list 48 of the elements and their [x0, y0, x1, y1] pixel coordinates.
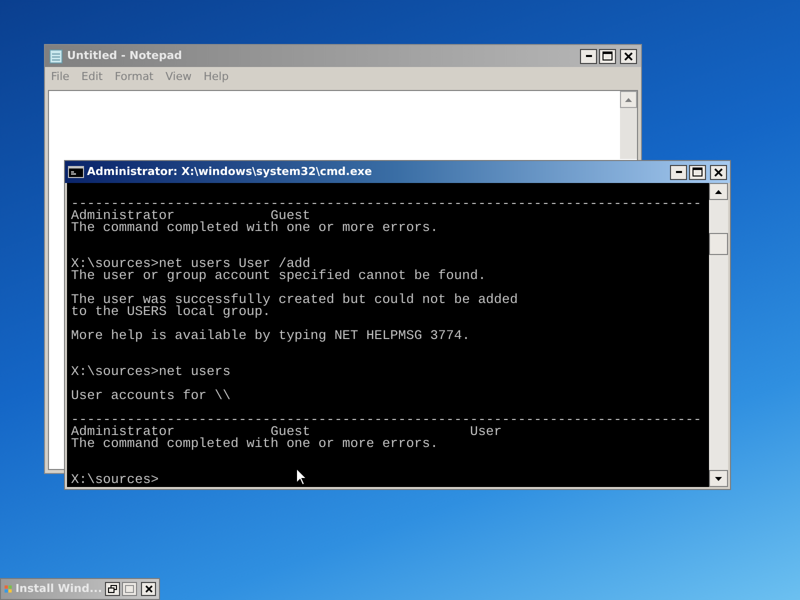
maximize-button[interactable]: [689, 164, 706, 180]
console-line: The command completed with one or more errors.: [71, 222, 438, 234]
menu-item[interactable]: Edit: [79, 68, 105, 86]
close-icon: [714, 168, 723, 176]
console-line: The command completed with one or more errors.: [71, 438, 438, 450]
maximize-icon: [125, 585, 134, 593]
close-button[interactable]: [620, 48, 637, 64]
close-icon: [144, 585, 152, 593]
minimized-window[interactable]: Install Wind...: [0, 578, 160, 600]
window-title: Install Wind...: [15, 580, 102, 597]
restore-icon: [108, 585, 117, 593]
console-line: More help is available by typing NET HELPMSG 3774.: [71, 330, 470, 342]
close-icon: [624, 52, 633, 60]
console-line: Administrator Guest: [71, 210, 310, 222]
console-icon: [68, 166, 84, 178]
menu-item[interactable]: Format: [112, 68, 156, 86]
menu-item[interactable]: Help: [202, 68, 231, 86]
console-line: Administrator Guest User: [71, 426, 502, 438]
console-line: User accounts for \\: [71, 390, 231, 402]
minimize-icon: [676, 171, 682, 173]
console-line: The user was successfully created but could not be added: [71, 294, 518, 306]
notepad-icon: [49, 48, 63, 64]
menu-item[interactable]: File: [49, 68, 72, 86]
close-button[interactable]: [141, 582, 156, 596]
scroll-down-button[interactable]: [709, 470, 728, 487]
scroll-up-button[interactable]: [709, 183, 728, 200]
down-arrow-icon: [715, 476, 722, 480]
up-arrow-icon: [625, 98, 632, 102]
console-line: X:\sources>: [71, 474, 159, 486]
close-button[interactable]: [710, 164, 727, 180]
maximize-button[interactable]: [599, 48, 616, 64]
console-line: X:\sources>net users: [71, 366, 231, 378]
console-line: The user or group account specified cannot be found.: [71, 270, 486, 282]
console-line: -------------------------------------------------------------------------------: [71, 414, 702, 426]
up-arrow-icon: [715, 190, 722, 194]
menu-item[interactable]: View: [164, 68, 194, 86]
minimize-icon: [586, 55, 592, 57]
console-line: to the USERS local group.: [71, 306, 270, 318]
minimize-button[interactable]: [670, 164, 687, 180]
console-line: X:\sources>net users User /add: [71, 258, 310, 270]
scroll-thumb[interactable]: [709, 233, 728, 255]
minimize-button[interactable]: [580, 48, 597, 64]
restore-button[interactable]: [105, 582, 120, 596]
window-title: Untitled - Notepad: [67, 48, 184, 64]
console-line: -------------------------------------------------------------------------------: [71, 198, 702, 210]
window-title: Administrator: X:\windows\system32\cmd.exe: [87, 164, 373, 180]
maximize-icon: [602, 51, 613, 61]
maximize-icon: [692, 167, 703, 177]
